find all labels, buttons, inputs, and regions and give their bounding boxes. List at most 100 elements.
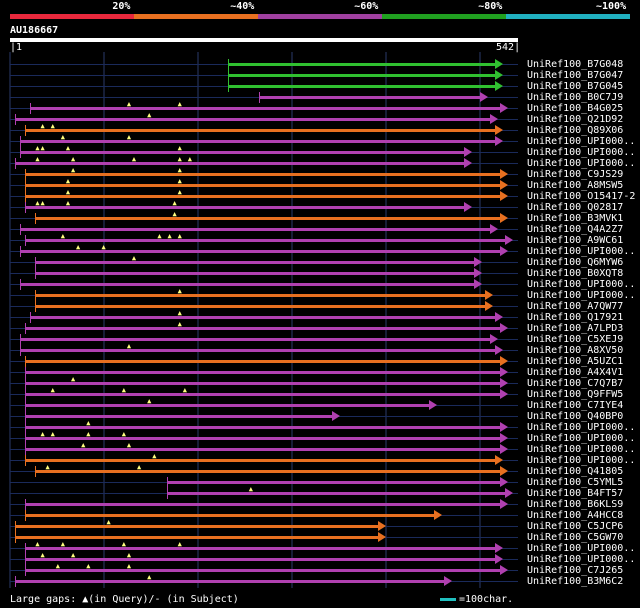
hit-alignment-bar[interactable] [25, 503, 501, 506]
hit-alignment-bar[interactable] [35, 294, 486, 297]
hit-label[interactable]: UniRef100_C7IYE4 [527, 400, 623, 411]
hit-row[interactable]: UniRef100_Q40BP0 [0, 411, 640, 422]
hit-label[interactable]: UniRef100_A4X4V1 [527, 367, 623, 378]
hit-label[interactable]: UniRef100_B0XQT8 [527, 268, 623, 279]
hit-label[interactable]: UniRef100_A5UZC1 [527, 356, 623, 367]
hit-label[interactable]: UniRef100_B3MVK1 [527, 213, 623, 224]
hit-label[interactable]: UniRef100_Q4A2Z7 [527, 224, 623, 235]
hit-row[interactable]: UniRef100_B7G047 [0, 70, 640, 81]
hit-label[interactable]: UniRef100_A7LPD3 [527, 323, 623, 334]
hit-row[interactable]: ▲ UniRef100_A8XV50 [0, 343, 640, 356]
hit-alignment-bar[interactable] [25, 514, 435, 517]
hit-row[interactable]: ▲ ▲ UniRef100_Q41805 [0, 464, 640, 477]
hit-alignment-bar[interactable] [20, 250, 501, 253]
hit-row[interactable]: ▲ UniRef100_C7Q7B7 [0, 376, 640, 389]
hit-label[interactable]: UniRef100_B6KLS9 [527, 499, 623, 510]
hit-alignment-bar[interactable] [228, 85, 496, 88]
hit-alignment-bar[interactable] [25, 558, 496, 561]
hit-alignment-bar[interactable] [25, 327, 501, 330]
hit-label[interactable]: UniRef100_Q21D92 [527, 114, 623, 125]
hit-row[interactable]: ▲ ▲ UniRef100_B4G025 [0, 101, 640, 114]
hit-alignment-bar[interactable] [258, 96, 481, 99]
hit-label[interactable]: UniRef100_Q89X06 [527, 125, 623, 136]
hit-alignment-bar[interactable] [20, 349, 496, 352]
hit-alignment-bar[interactable] [15, 162, 466, 165]
hit-label[interactable]: UniRef100_UPI000.. [527, 279, 635, 290]
hit-label[interactable]: UniRef100_A7QW77 [527, 301, 623, 312]
hit-row[interactable]: UniRef100_B7G045 [0, 81, 640, 92]
hit-row[interactable]: UniRef100_A7QW77 [0, 301, 640, 312]
hit-alignment-bar[interactable] [25, 393, 501, 396]
hit-row[interactable]: UniRef100_B0XQT8 [0, 268, 640, 279]
hit-alignment-bar[interactable] [25, 437, 501, 440]
hit-label[interactable]: UniRef100_B7G045 [527, 81, 623, 92]
hit-row[interactable]: ▲ UniRef100_UPI000.. [0, 453, 640, 466]
hit-alignment-bar[interactable] [15, 536, 379, 539]
hit-row[interactable]: UniRef100_B7G048 [0, 59, 640, 70]
hit-label[interactable]: UniRef100_C5XEJ9 [527, 334, 623, 345]
hit-alignment-bar[interactable] [35, 305, 486, 308]
hit-alignment-bar[interactable] [25, 448, 501, 451]
hit-alignment-bar[interactable] [228, 63, 496, 66]
hit-row[interactable]: ▲ ▲ ▲ ▲ UniRef100_UPI000.. [0, 541, 640, 554]
hit-row[interactable]: UniRef100_B0C7J9 [0, 92, 640, 103]
hit-alignment-bar[interactable] [25, 569, 501, 572]
hit-alignment-bar[interactable] [25, 239, 506, 242]
hit-alignment-bar[interactable] [25, 382, 501, 385]
hit-row[interactable]: UniRef100_A4X4V1 [0, 367, 640, 378]
hit-label[interactable]: UniRef100_B7G047 [527, 70, 623, 81]
hit-label[interactable]: UniRef100_B0C7J9 [527, 92, 623, 103]
hit-label[interactable]: UniRef100_A9WC61 [527, 235, 623, 246]
hit-row[interactable]: ▲ ▲ ▲ ▲ UniRef100_A9WC61 [0, 233, 640, 246]
hit-alignment-bar[interactable] [15, 580, 445, 583]
hit-alignment-bar[interactable] [15, 525, 379, 528]
hit-alignment-bar[interactable] [25, 206, 466, 209]
hit-alignment-bar[interactable] [20, 228, 491, 231]
hit-label[interactable]: UniRef100_UPI000.. [527, 554, 635, 565]
hit-alignment-bar[interactable] [15, 118, 491, 121]
hit-label[interactable]: UniRef100_A4HCC8 [527, 510, 623, 521]
hit-row[interactable]: ▲ ▲ ▲ ▲ ▲ UniRef100_UPI000.. [0, 156, 640, 169]
hit-row[interactable]: UniRef100_C5GW70 [0, 532, 640, 543]
hit-alignment-bar[interactable] [25, 459, 496, 462]
hit-label[interactable]: UniRef100_Q41805 [527, 466, 623, 477]
hit-row[interactable]: ▲ UniRef100_Q6MYW6 [0, 255, 640, 268]
hit-row[interactable]: ▲ ▲ UniRef100_UPI000.. [0, 442, 640, 455]
hit-row[interactable]: UniRef100_UPI000.. [0, 279, 640, 290]
hit-label[interactable]: UniRef100_Q9FFW5 [527, 389, 623, 400]
hit-alignment-bar[interactable] [25, 184, 501, 187]
hit-row[interactable]: ▲ UniRef100_UPI000.. [0, 288, 640, 301]
hit-row[interactable]: UniRef100_Q4A2Z7 [0, 224, 640, 235]
hit-label[interactable]: UniRef100_C5JCP6 [527, 521, 623, 532]
hit-label[interactable]: UniRef100_Q40BP0 [527, 411, 623, 422]
hit-alignment-bar[interactable] [25, 547, 496, 550]
hit-alignment-bar[interactable] [25, 129, 496, 132]
hit-alignment-bar[interactable] [35, 261, 476, 264]
hit-label[interactable]: UniRef100_Q17921 [527, 312, 623, 323]
hit-row[interactable]: UniRef100_A4HCC8 [0, 510, 640, 521]
hit-row[interactable]: UniRef100_C5XEJ9 [0, 334, 640, 345]
hit-alignment-bar[interactable] [25, 404, 430, 407]
hit-row[interactable]: ▲ ▲ ▲ UniRef100_Q9FFW5 [0, 387, 640, 400]
hit-alignment-bar[interactable] [20, 140, 496, 143]
hit-label[interactable]: UniRef100_UPI000.. [527, 290, 635, 301]
hit-label[interactable]: UniRef100_A8MSW5 [527, 180, 623, 191]
hit-alignment-bar[interactable] [25, 195, 501, 198]
hit-row[interactable]: ▲ UniRef100_C7IYE4 [0, 398, 640, 411]
hit-label[interactable]: UniRef100_UPI000.. [527, 136, 635, 147]
hit-alignment-bar[interactable] [25, 371, 501, 374]
hit-label[interactable]: UniRef100_C5GW70 [527, 532, 623, 543]
hit-alignment-bar[interactable] [20, 283, 476, 286]
hit-label[interactable]: UniRef100_A8XV50 [527, 345, 623, 356]
hit-label[interactable]: UniRef100_UPI000.. [527, 543, 635, 554]
hit-label[interactable]: UniRef100_O15417-2 [527, 191, 635, 202]
hit-label[interactable]: UniRef100_B4G025 [527, 103, 623, 114]
hit-row[interactable]: ▲ UniRef100_C5JCP6 [0, 519, 640, 532]
hit-label[interactable]: UniRef100_B4FT57 [527, 488, 623, 499]
hit-label[interactable]: UniRef100_UPI000.. [527, 433, 635, 444]
hit-row[interactable]: ▲ UniRef100_B4FT57 [0, 486, 640, 499]
hit-row[interactable]: UniRef100_A5UZC1 [0, 356, 640, 367]
hit-label[interactable]: UniRef100_UPI000.. [527, 422, 635, 433]
hit-label[interactable]: UniRef100_C5YML5 [527, 477, 623, 488]
hit-row[interactable]: UniRef100_B6KLS9 [0, 499, 640, 510]
